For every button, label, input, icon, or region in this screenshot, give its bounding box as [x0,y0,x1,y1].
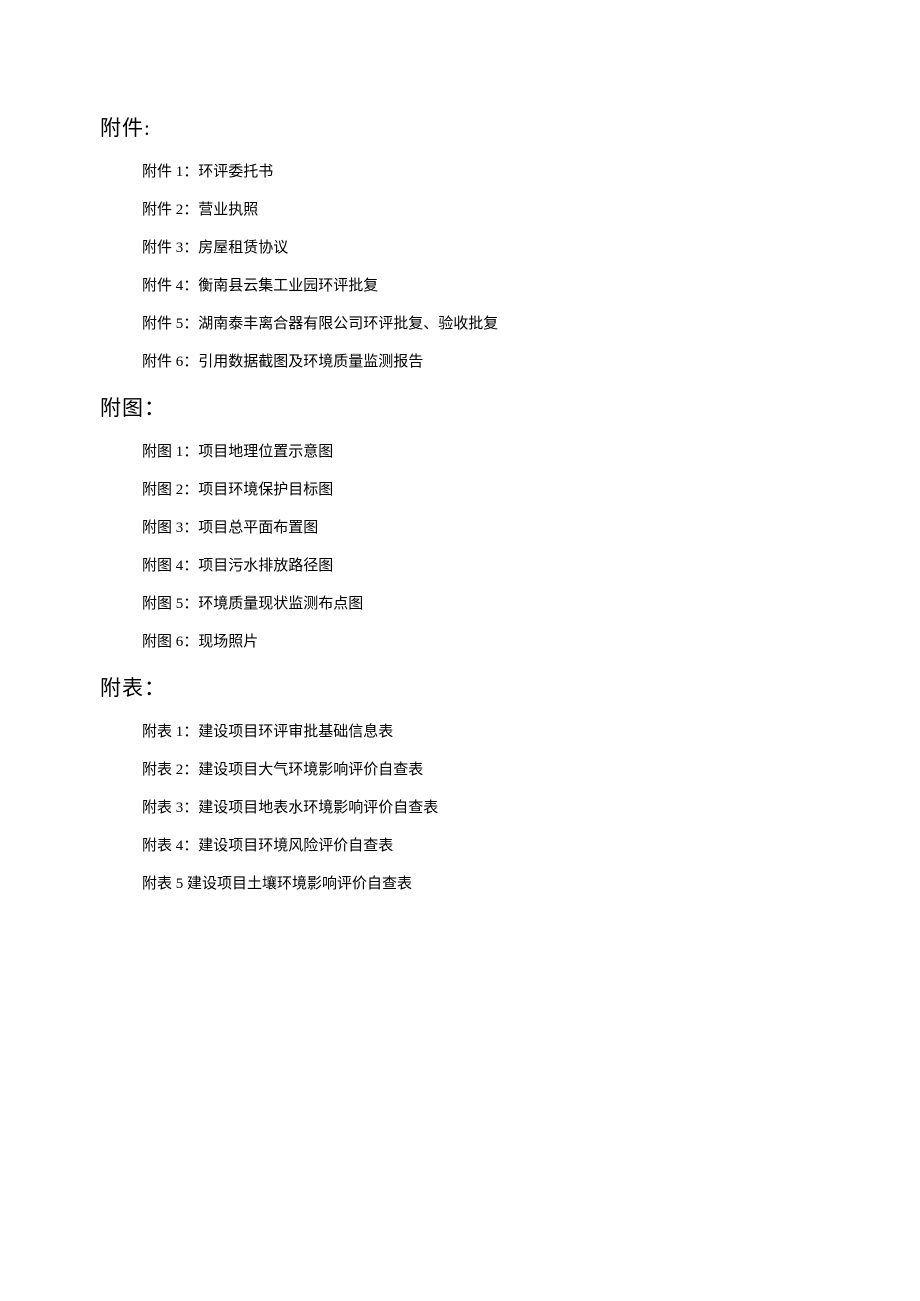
section-title-tables: 附表： [100,672,820,702]
section-title-figures: 附图： [100,392,820,422]
list-item: 附表 5 建设项目土壤环境影响评价自查表 [142,872,820,896]
list-item: 附表 2：建设项目大气环境影响评价自查表 [142,758,820,782]
document-page: 附件: 附件 1：环评委托书 附件 2：营业执照 附件 3：房屋租赁协议 附件 … [0,0,920,896]
table-list: 附表 1：建设项目环评审批基础信息表 附表 2：建设项目大气环境影响评价自查表 … [142,720,820,896]
list-item: 附件 4：衡南县云集工业园环评批复 [142,274,820,298]
list-item: 附图 1：项目地理位置示意图 [142,440,820,464]
list-item: 附图 2：项目环境保护目标图 [142,478,820,502]
list-item: 附件 1：环评委托书 [142,160,820,184]
list-item: 附图 4：项目污水排放路径图 [142,554,820,578]
attachment-list: 附件 1：环评委托书 附件 2：营业执照 附件 3：房屋租赁协议 附件 4：衡南… [142,160,820,374]
list-item: 附表 4：建设项目环境风险评价自查表 [142,834,820,858]
list-item: 附图 6：现场照片 [142,630,820,654]
list-item: 附图 3：项目总平面布置图 [142,516,820,540]
figure-list: 附图 1：项目地理位置示意图 附图 2：项目环境保护目标图 附图 3：项目总平面… [142,440,820,654]
list-item: 附表 3：建设项目地表水环境影响评价自查表 [142,796,820,820]
list-item: 附图 5：环境质量现状监测布点图 [142,592,820,616]
list-item: 附件 2：营业执照 [142,198,820,222]
section-title-attachments: 附件: [100,112,820,142]
list-item: 附件 3：房屋租赁协议 [142,236,820,260]
list-item: 附表 1：建设项目环评审批基础信息表 [142,720,820,744]
list-item: 附件 6：引用数据截图及环境质量监测报告 [142,350,820,374]
list-item: 附件 5：湖南泰丰离合器有限公司环评批复、验收批复 [142,312,820,336]
